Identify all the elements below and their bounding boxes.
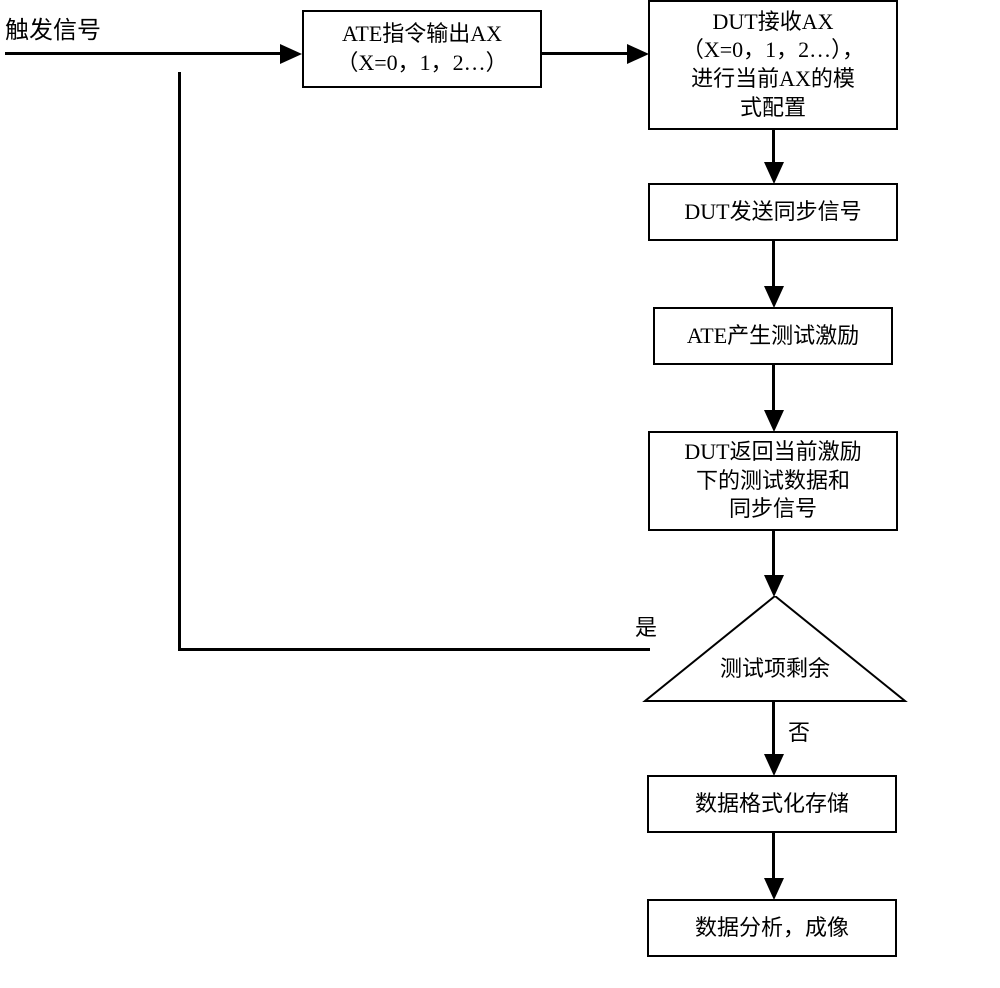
trigger-signal-label: 触发信号 (5, 10, 101, 45)
decision-text: 测试项剩余 (640, 651, 910, 683)
arrow-sync-to-stimulus-head (764, 286, 784, 308)
box-data-analysis: 数据分析，成像 (647, 899, 897, 957)
arrow-return-to-decision (772, 531, 775, 578)
yes-path-horizontal (178, 648, 650, 651)
label-no: 否 (788, 715, 810, 747)
arrow-receive-to-sync-head (764, 162, 784, 184)
box-format-storage: 数据格式化存储 (647, 775, 897, 833)
box-dut-return: DUT返回当前激励 下的测试数据和 同步信号 (648, 431, 898, 531)
arrow-return-to-decision-head (764, 575, 784, 597)
arrow-ate-to-dut-head (627, 44, 649, 64)
arrow-stimulus-to-return-head (764, 410, 784, 432)
box-dut-receive: DUT接收AX （X=0，1，2…）， 进行当前AX的模 式配置 (648, 0, 898, 130)
arrow-format-to-analysis-head (764, 878, 784, 900)
arrow-sync-to-stimulus (772, 241, 775, 289)
arrow-decision-to-format-head (764, 754, 784, 776)
arrow-ate-to-dut (542, 52, 630, 55)
arrow-stimulus-to-return (772, 365, 775, 413)
arrow-receive-to-sync (772, 130, 775, 165)
box-ate-output: ATE指令输出AX （X=0，1，2…） (302, 10, 542, 88)
arrow-decision-to-format (772, 702, 775, 757)
trigger-arrow-head (280, 44, 302, 64)
trigger-arrow-line (5, 52, 283, 55)
decision-remaining-tests: 测试项剩余 (640, 596, 910, 706)
arrow-format-to-analysis (772, 833, 775, 881)
label-yes: 是 (635, 610, 657, 642)
yes-path-vertical (178, 72, 181, 651)
flowchart-canvas: 触发信号 ATE指令输出AX （X=0，1，2…） DUT接收AX （X=0，1… (0, 0, 1000, 988)
box-ate-stimulus: ATE产生测试激励 (653, 307, 893, 365)
box-dut-sync: DUT发送同步信号 (648, 183, 898, 241)
